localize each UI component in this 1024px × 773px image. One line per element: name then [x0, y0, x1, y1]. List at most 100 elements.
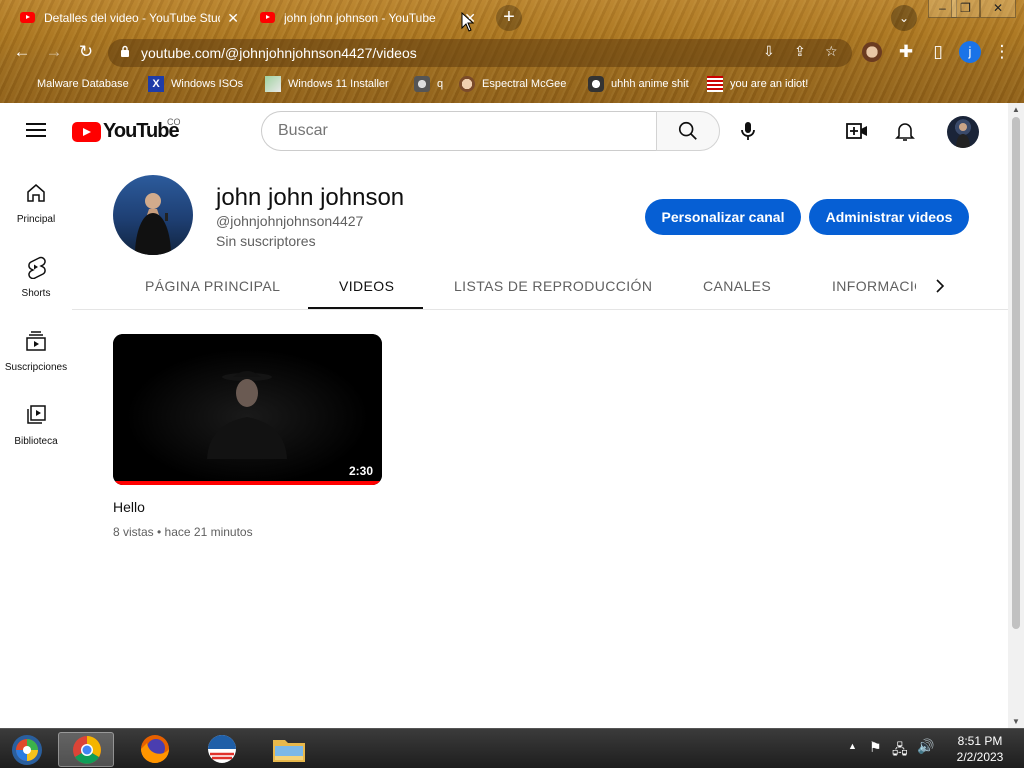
mouse-cursor-icon [461, 12, 475, 32]
search-icon [678, 121, 697, 140]
clock-date: 2/2/2023 [956, 750, 1004, 764]
start-button[interactable] [0, 732, 56, 767]
close-window-button[interactable]: ✕ [980, 0, 1016, 18]
subscriptions-icon [26, 331, 46, 351]
tab-channel[interactable]: john john johnson - YouTube ✕ [240, 4, 480, 31]
reload-icon[interactable]: ↻ [74, 40, 98, 64]
chevron-right-icon[interactable] [930, 276, 950, 296]
lock-icon [121, 45, 129, 57]
channel-avatar [113, 175, 193, 255]
sidebar-item-suscripciones[interactable]: Suscripciones [0, 329, 72, 373]
forward-arrow-icon[interactable]: → [42, 40, 66, 64]
home-icon [27, 184, 45, 202]
face-icon [459, 76, 475, 92]
system-clock[interactable]: 8:51 PM 2/2/2023 [940, 733, 1020, 765]
tab-search-button[interactable]: ⌄ [891, 5, 917, 31]
sidebar-item-biblioteca[interactable]: Biblioteca [0, 403, 72, 447]
tabs-divider [72, 309, 1008, 310]
bookmark-q[interactable]: q [414, 73, 443, 95]
channel-handle: @johnjohnjohnson4427 [216, 213, 364, 229]
tab-informacion[interactable]: INFORMACIÓN [832, 278, 916, 294]
person-silhouette-icon [956, 123, 970, 148]
share-icon[interactable]: ⇪ [794, 43, 806, 60]
url-text: youtube.com/@johnjohnjohnson4427/videos [141, 45, 417, 61]
scroll-down-arrow-icon[interactable]: ▼ [1012, 717, 1020, 726]
firefox-taskbar-button[interactable] [127, 732, 183, 767]
tab-videos[interactable]: VIDEOS [339, 278, 394, 294]
bookmarks-bar: Malware Database X Windows ISOs Windows 1… [0, 73, 1024, 95]
folder-icon [273, 740, 305, 762]
new-tab-button[interactable]: + [496, 5, 522, 31]
image-icon [265, 76, 281, 92]
customize-channel-button[interactable]: Personalizar canal [645, 199, 801, 235]
subscriber-count: Sin suscriptores [216, 233, 316, 249]
video-frame-image [113, 334, 382, 485]
create-video-icon[interactable] [845, 119, 869, 143]
network-icon[interactable]: 🖧 [892, 739, 908, 763]
firefox-logo-icon [141, 735, 169, 763]
youtube-play-icon [72, 121, 101, 142]
taskbar: ▲ ⚑ 🖧 🔊 8:51 PM 2/2/2023 [0, 728, 1024, 768]
youtube-logo[interactable]: YouTube CO [72, 117, 181, 143]
address-bar[interactable]: youtube.com/@johnjohnjohnson4427/videos … [108, 39, 852, 67]
browser-chrome: Detalles del video - YouTube Studio ✕ jo… [0, 0, 1024, 103]
back-arrow-icon[interactable]: ← [10, 40, 34, 64]
install-app-icon[interactable]: ⇩ [763, 43, 775, 60]
hamburger-menu-icon[interactable] [26, 123, 46, 138]
file-explorer-taskbar-button[interactable] [261, 732, 317, 767]
anime-icon [588, 76, 604, 92]
globe-icon [414, 76, 430, 92]
video-metadata: 8 vistas • hace 21 minutos [113, 525, 253, 539]
account-avatar[interactable] [947, 116, 979, 148]
search-input[interactable] [278, 112, 638, 150]
notifications-bell-icon[interactable] [893, 119, 917, 143]
menu-kebab-icon[interactable]: ⋮ [990, 40, 1014, 64]
profile-icon[interactable]: j [959, 41, 981, 63]
channel-name: john john johnson [216, 184, 405, 211]
scroll-up-arrow-icon[interactable]: ▲ [1012, 105, 1020, 114]
show-hidden-icons-icon[interactable]: ▲ [848, 741, 857, 751]
tab-title: Detalles del video - YouTube Studio [44, 10, 220, 25]
sidebar-item-principal[interactable]: Principal [0, 181, 72, 225]
bookmark-windows-11-installer[interactable]: Windows 11 Installer [265, 73, 389, 95]
bookmark-windows-isos[interactable]: X Windows ISOs [148, 73, 243, 95]
bookmark-anime[interactable]: uhhh anime shit [588, 73, 689, 95]
video-duration: 2:30 [345, 463, 376, 479]
page-scrollbar[interactable]: ▲ ▼ [1008, 103, 1024, 728]
clock-time: 8:51 PM [957, 734, 1003, 748]
bookmark-you-are-an-idiot[interactable]: you are an idiot! [707, 73, 808, 95]
bookmark-malware-database[interactable]: Malware Database [16, 73, 129, 95]
country-code: CO [167, 117, 181, 127]
microphone-icon[interactable] [736, 119, 760, 143]
tab-youtube-studio[interactable]: Detalles del video - YouTube Studio ✕ [0, 4, 245, 31]
extension-avatar-icon[interactable] [862, 42, 882, 62]
flag-icon [707, 76, 723, 92]
shorts-icon [28, 256, 46, 280]
tab-canales[interactable]: CANALES [703, 278, 771, 294]
scrollbar-thumb[interactable] [1012, 117, 1020, 629]
chrome-taskbar-button[interactable] [58, 732, 114, 767]
tab-pagina-principal[interactable]: PÁGINA PRINCIPAL [145, 278, 280, 294]
sidebar-item-shorts[interactable]: Shorts [0, 255, 72, 299]
video-title[interactable]: Hello [113, 499, 145, 515]
tab-listas-de-reproduccion[interactable]: LISTAS DE REPRODUCCIÓN [454, 278, 652, 294]
youtube-favicon-icon [260, 12, 275, 23]
campaign-logo-taskbar-button[interactable] [194, 732, 250, 767]
search-button[interactable] [656, 111, 720, 151]
watched-progress-bar [113, 481, 382, 485]
video-thumbnail[interactable]: 2:30 [113, 334, 382, 485]
bookmark-star-icon[interactable]: ☆ [825, 43, 838, 60]
manage-videos-button[interactable]: Administrar videos [809, 199, 969, 235]
restore-button[interactable]: ❐ [951, 0, 980, 18]
bookmark-espectral-mcgee[interactable]: Espectral McGee [459, 73, 566, 95]
side-panel-icon[interactable]: ▯ [926, 40, 950, 64]
search-box [261, 111, 657, 151]
action-center-flag-icon[interactable]: ⚑ [869, 739, 882, 756]
extensions-puzzle-icon[interactable]: ✚ [894, 40, 918, 64]
close-tab-icon[interactable]: ✕ [227, 10, 239, 27]
volume-icon[interactable]: 🔊 [917, 738, 934, 755]
chrome-logo-icon [73, 736, 101, 764]
youtube-page: YouTube CO Principal Shorts Suscripcione… [0, 103, 1008, 728]
x-logo-icon: X [148, 76, 164, 92]
library-icon [27, 405, 46, 424]
